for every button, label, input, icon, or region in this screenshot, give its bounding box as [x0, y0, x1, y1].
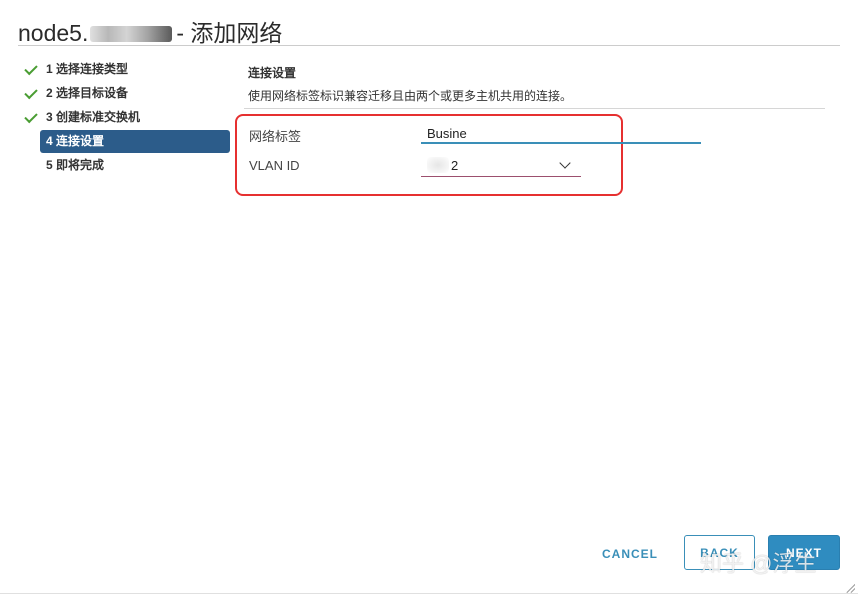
step-connection-settings[interactable]: 4 连接设置: [40, 130, 230, 153]
vlan-id-select[interactable]: 2: [421, 156, 581, 177]
step-label: 2 选择目标设备: [46, 86, 129, 100]
title-divider: [18, 45, 840, 46]
step-ready-to-complete[interactable]: 5 即将完成: [18, 154, 230, 177]
redacted-vlan-prefix: [427, 157, 449, 173]
section-divider: [244, 108, 825, 109]
step-label: 1 选择连接类型: [46, 62, 129, 76]
redacted-hostname: [90, 26, 173, 42]
network-label-input[interactable]: [421, 124, 701, 144]
vlan-id-value: 2: [451, 158, 459, 173]
step-label: 3 创建标准交换机: [46, 110, 141, 124]
dialog-title-host: node5.: [18, 20, 89, 46]
network-label-label: 网络标签: [249, 129, 302, 144]
check-icon: [24, 61, 38, 76]
dialog-title-action: - 添加网络: [176, 20, 283, 46]
dialog-title: node5. - 添加网络: [18, 14, 282, 48]
vlan-id-label: VLAN ID: [249, 158, 300, 173]
resize-grip-icon[interactable]: [845, 583, 855, 593]
check-icon: [24, 109, 38, 124]
step-select-target-device[interactable]: 2 选择目标设备: [18, 82, 230, 105]
section-title: 连接设置: [248, 66, 297, 80]
watermark: 知乎 @浮生: [700, 551, 817, 576]
check-icon: [24, 85, 38, 100]
section-description: 使用网络标签标识兼容迁移且由两个或更多主机共用的连接。: [248, 89, 573, 103]
bottom-divider: [0, 593, 858, 594]
step-create-standard-switch[interactable]: 3 创建标准交换机: [18, 106, 230, 129]
chevron-down-icon: [559, 157, 571, 169]
cancel-button[interactable]: CANCEL: [594, 545, 666, 563]
step-select-connection-type[interactable]: 1 选择连接类型: [18, 58, 230, 81]
wizard-steps: 1 选择连接类型 2 选择目标设备 3 创建标准交换机 4 连接设置 5 即将完…: [18, 58, 230, 178]
step-label: 4 连接设置: [46, 134, 105, 148]
step-label: 5 即将完成: [46, 158, 105, 172]
